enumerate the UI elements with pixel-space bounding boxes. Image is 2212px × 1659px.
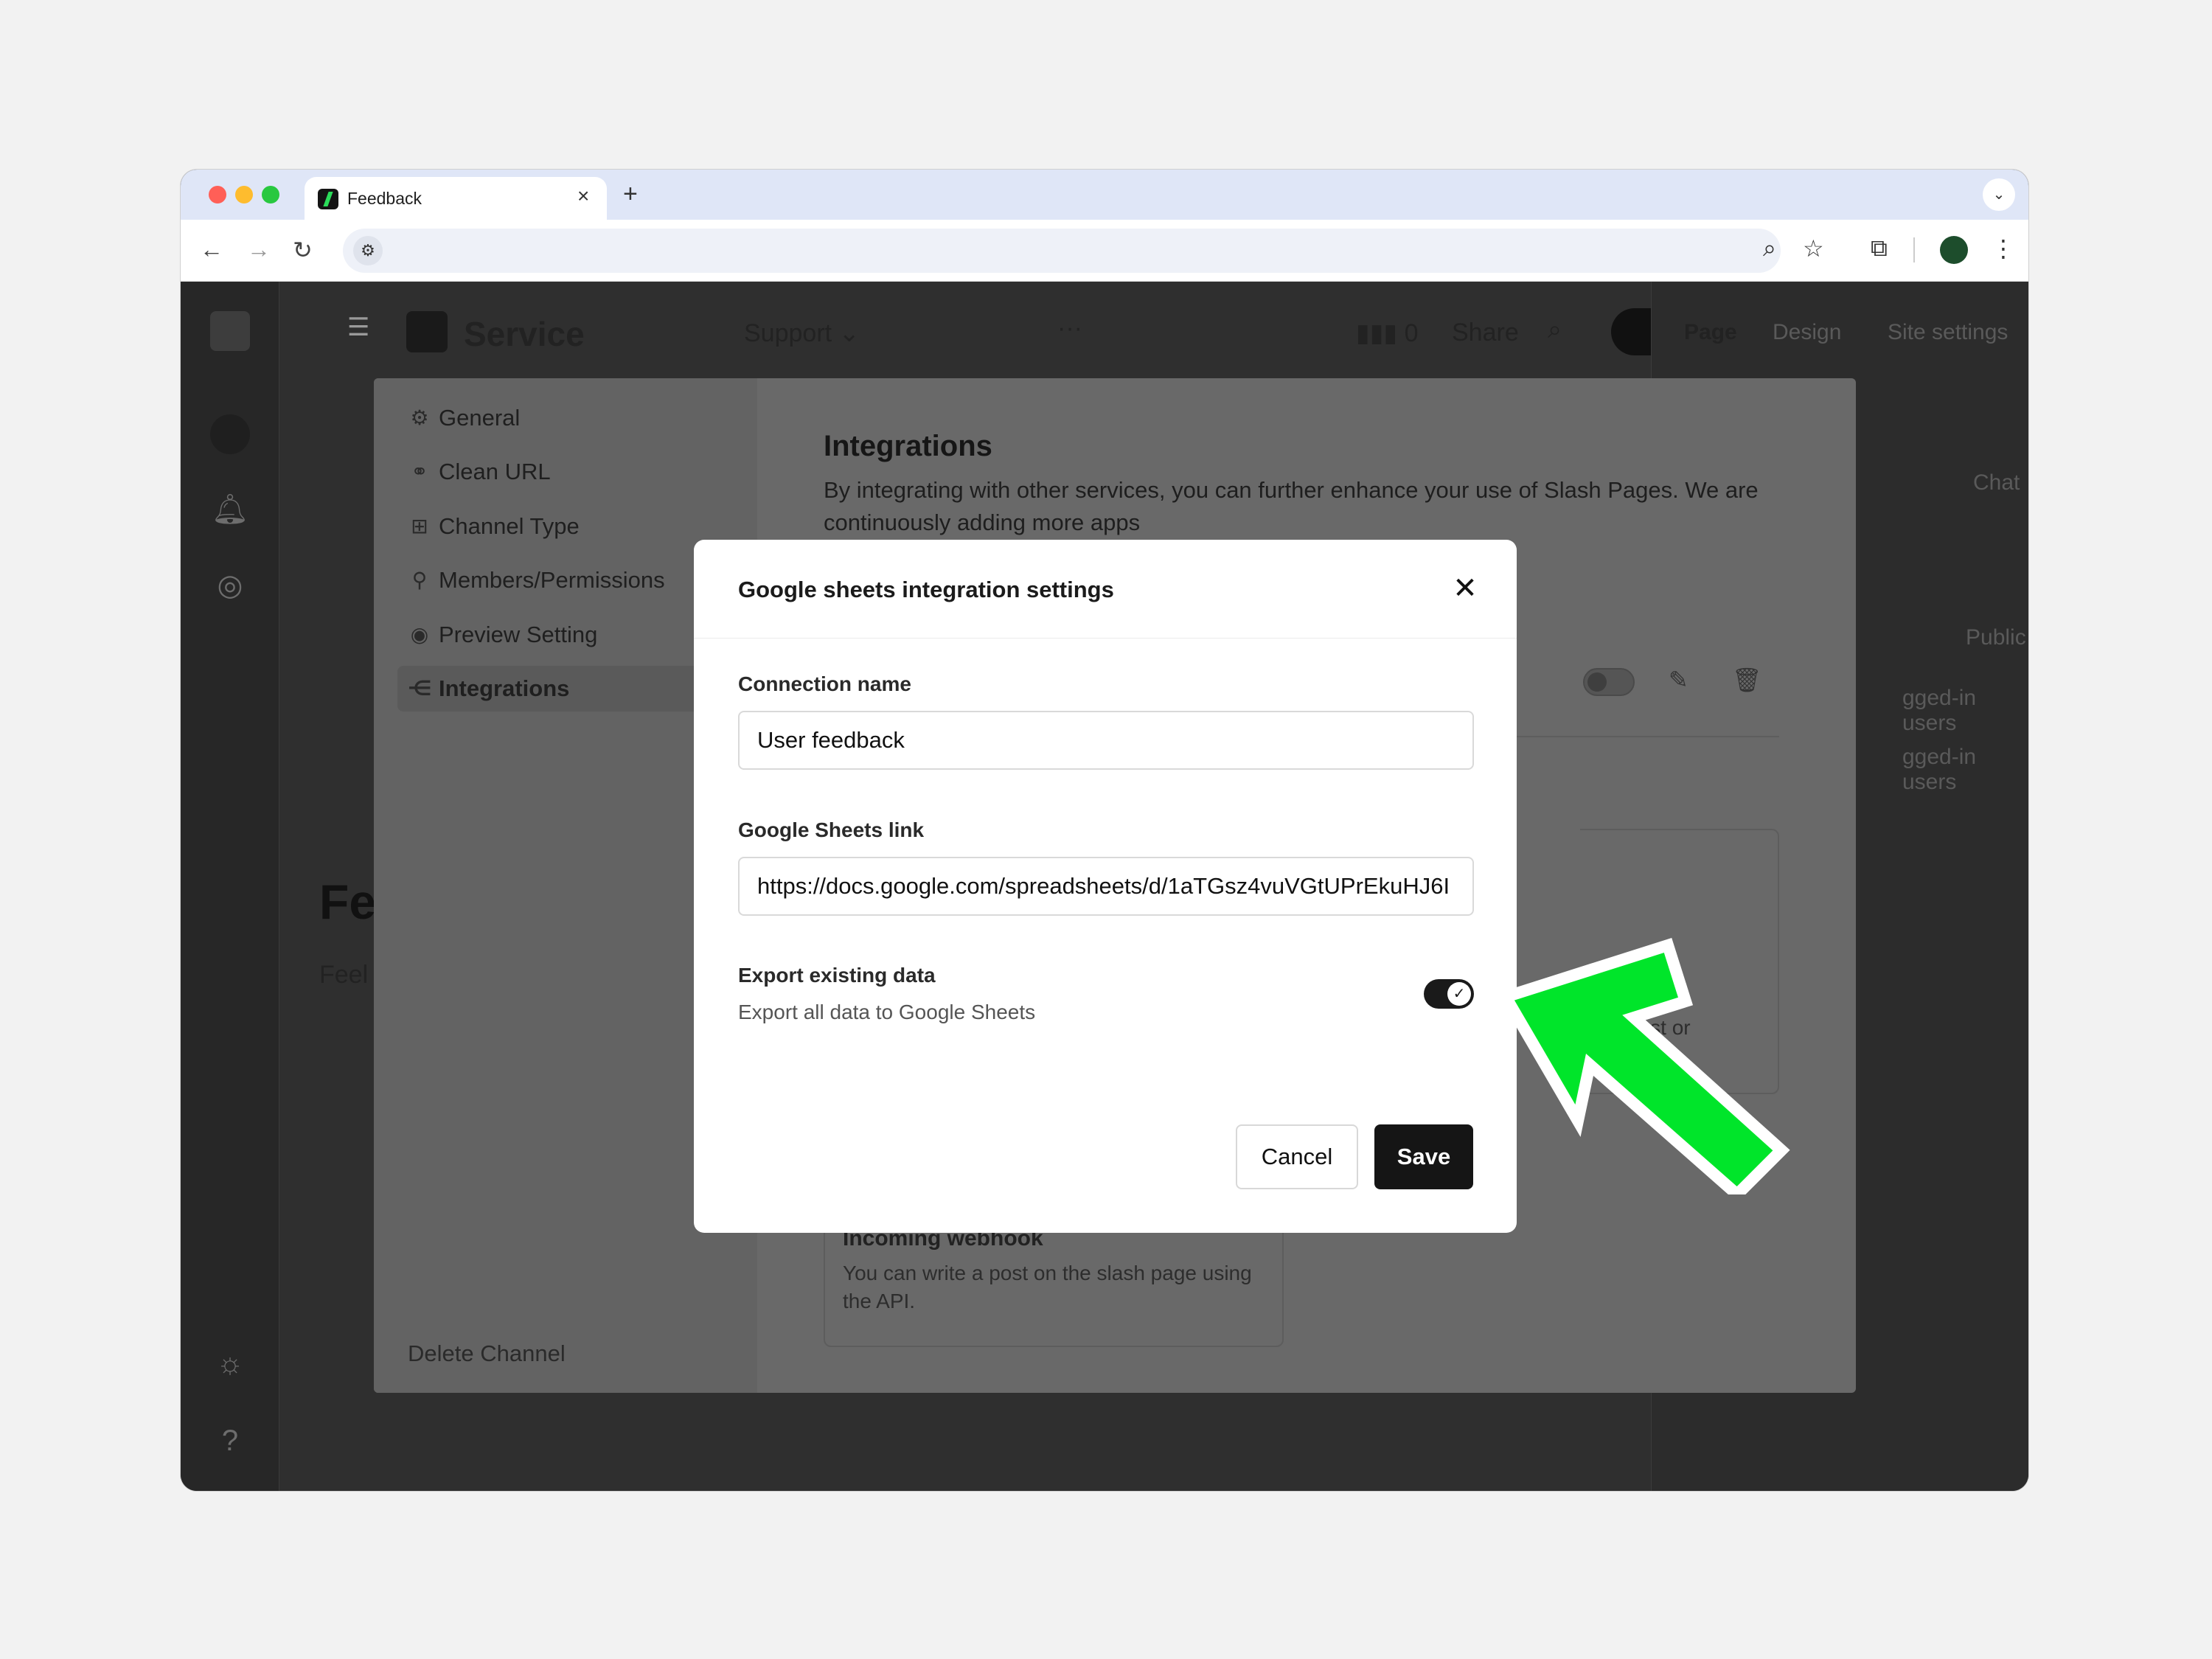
right-value-chat[interactable]: Chat xyxy=(1973,470,2020,495)
tab-page[interactable]: Page xyxy=(1684,320,1737,345)
sheets-link-input[interactable]: https://docs.google.com/spreadsheets/d/1… xyxy=(738,857,1474,916)
nav-members-permissions[interactable]: ⚲ Members/Permissions xyxy=(397,557,744,603)
new-tab-button[interactable]: + xyxy=(623,180,638,209)
sheets-link-label: Google Sheets link xyxy=(738,818,925,841)
reload-icon[interactable]: ↻ xyxy=(293,236,313,264)
link-icon: ⚭ xyxy=(411,460,428,483)
tab-close-icon[interactable]: × xyxy=(577,184,589,208)
tab-design[interactable]: Design xyxy=(1773,320,1841,345)
toolbar-divider xyxy=(1913,237,1915,262)
sun-icon[interactable]: ☼ xyxy=(210,1343,250,1383)
nav-channel-type-label: Channel Type xyxy=(439,513,580,539)
channel-label: Support xyxy=(744,319,832,347)
bookmark-star-icon[interactable]: ☆ xyxy=(1803,234,1824,262)
webhook-description: You can write a post on the slash page u… xyxy=(843,1262,1252,1312)
menu-icon[interactable]: ⋮ xyxy=(1992,234,2015,262)
site-settings-icon[interactable]: ⚙ xyxy=(353,236,383,265)
annotation-arrow-icon xyxy=(1497,937,1790,1194)
tab-title: Feedback xyxy=(347,189,422,208)
views-stat[interactable]: ▮▮▮ 0 xyxy=(1356,319,1419,348)
browser-tab[interactable]: Feedback × xyxy=(305,177,607,220)
home-logo-icon[interactable] xyxy=(210,311,250,351)
close-icon[interactable]: ✕ xyxy=(1447,571,1483,606)
export-existing-label: Export existing data xyxy=(738,964,936,987)
nav-channel-type[interactable]: ⊞ Channel Type xyxy=(397,504,744,549)
right-value-permission-2[interactable]: gged-in users xyxy=(1902,745,2028,795)
nav-general-label: General xyxy=(439,405,521,431)
profile-icon[interactable] xyxy=(1940,236,1968,264)
address-bar[interactable]: ⚙ xyxy=(343,229,1781,273)
maximize-window-button[interactable] xyxy=(262,186,279,204)
service-logo-icon xyxy=(406,311,448,352)
gear-icon: ⚙ xyxy=(410,406,429,429)
nav-clean-url[interactable]: ⚭ Clean URL xyxy=(397,449,744,495)
connection-name-label: Connection name xyxy=(738,672,911,695)
nav-preview-setting[interactable]: ◉ Preview Setting xyxy=(397,612,744,658)
export-existing-toggle[interactable]: ✓ xyxy=(1424,979,1474,1009)
minimize-window-button[interactable] xyxy=(235,186,253,204)
zoom-icon[interactable]: ⌕ xyxy=(1763,234,1776,262)
slash-logo-icon xyxy=(318,189,338,209)
page-description-fragment: Feel xyxy=(319,961,369,989)
nav-general[interactable]: ⚙ General xyxy=(397,395,744,441)
help-icon[interactable]: ? xyxy=(210,1421,250,1461)
right-value-public[interactable]: Public xyxy=(1966,625,2026,650)
share-button[interactable]: Share xyxy=(1452,319,1519,347)
trash-icon[interactable]: 🗑︎ xyxy=(1732,666,1762,694)
nav-clean-url-label: Clean URL xyxy=(439,459,551,484)
cancel-button[interactable]: Cancel xyxy=(1236,1124,1358,1189)
workspace-name[interactable]: Service xyxy=(464,314,585,354)
delete-channel-button[interactable]: Delete Channel xyxy=(408,1340,566,1367)
bell-icon[interactable]: 🔔︎ xyxy=(210,490,250,529)
integrations-description: By integrating with other services, you … xyxy=(824,477,1759,535)
integrations-icon: ⋲ xyxy=(408,677,432,700)
nav-members-label: Members/Permissions xyxy=(439,567,665,593)
google-sheets-modal: Google sheets integration settings ✕ Con… xyxy=(694,540,1517,1233)
more-options-icon[interactable]: ··· xyxy=(1057,314,1082,343)
right-value-permission-1[interactable]: gged-in users xyxy=(1902,686,2028,736)
export-existing-description: Export all data to Google Sheets xyxy=(738,1001,1036,1023)
app-header: ☰ Service Support ⌄ ··· ▮▮▮ 0 Share ⌕ ••… xyxy=(279,282,1736,380)
modal-header: Google sheets integration settings ✕ xyxy=(694,540,1517,639)
arrow-shape xyxy=(1497,937,1790,1194)
edit-icon[interactable]: ✎ xyxy=(1669,666,1688,694)
layout-icon: ⊞ xyxy=(411,515,428,538)
compass-icon[interactable]: ◎ xyxy=(210,566,250,605)
close-window-button[interactable] xyxy=(209,186,226,204)
person-icon: ⚲ xyxy=(411,568,428,591)
browser-toolbar: ← → ↻ ⚙ ⌕ ☆ ⧉ ⋮ xyxy=(181,220,2028,282)
views-count: 0 xyxy=(1404,319,1419,347)
connection-name-input[interactable]: User feedback xyxy=(738,711,1474,770)
nav-integrations-label: Integrations xyxy=(439,675,570,701)
channel-dropdown[interactable]: Support ⌄ xyxy=(744,319,860,348)
nav-integrations[interactable]: ⋲ Integrations xyxy=(397,666,744,712)
workspace-avatar-icon[interactable] xyxy=(210,414,250,454)
integration-toggle[interactable] xyxy=(1583,668,1635,696)
save-button[interactable]: Save xyxy=(1374,1124,1473,1189)
tab-site-settings[interactable]: Site settings xyxy=(1888,320,2008,345)
page-heading-fragment: Fe xyxy=(319,874,377,929)
integrations-title: Integrations xyxy=(824,430,992,462)
preview-icon: ◉ xyxy=(410,623,429,646)
check-icon: ✓ xyxy=(1447,982,1471,1006)
extensions-icon[interactable]: ⧉ xyxy=(1871,234,1888,262)
tab-search-button[interactable]: ⌄ xyxy=(1983,178,2015,211)
back-icon[interactable]: ← xyxy=(200,236,223,263)
search-icon[interactable]: ⌕ xyxy=(1548,316,1562,344)
hamburger-icon[interactable]: ☰ xyxy=(347,313,369,342)
tab-strip: Feedback × + ⌄ xyxy=(181,170,2028,220)
nav-preview-label: Preview Setting xyxy=(439,622,598,647)
forward-icon[interactable]: → xyxy=(247,236,271,263)
left-rail: 🔔︎ ◎ ☼ ? xyxy=(181,282,279,1491)
modal-title: Google sheets integration settings xyxy=(738,577,1114,602)
